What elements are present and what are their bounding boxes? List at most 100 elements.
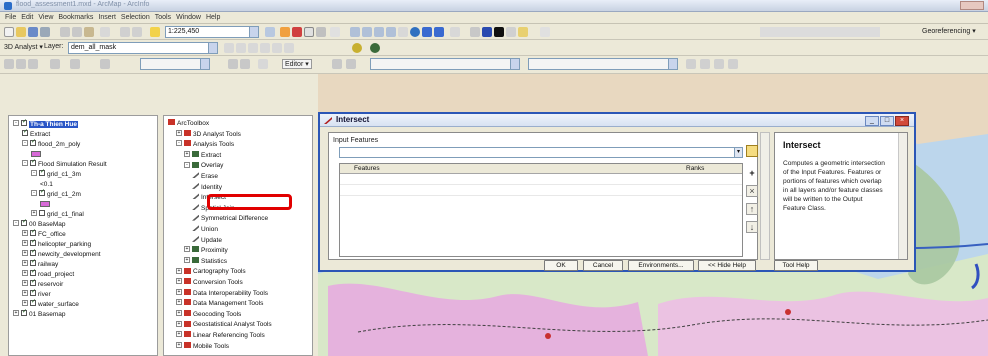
collapse-icon[interactable]: - [31,170,37,177]
toc-layer-item[interactable]: - flood_2m_poly [22,138,80,149]
move-up-icon[interactable]: ↑ [746,203,758,215]
toc-layer-item[interactable]: Extract [22,128,50,139]
time-slider-icon[interactable] [540,27,550,37]
expand-icon[interactable]: + [22,270,28,277]
toc-layer-item[interactable]: + FC_office [22,228,66,239]
tool-help-button[interactable]: Tool Help [774,260,818,271]
expand-icon[interactable]: + [22,280,28,287]
toolbox-tree-item[interactable]: + Data Interoperability Tools [176,288,268,298]
layer-visibility-checkbox[interactable] [30,248,36,257]
toc-layer-item[interactable]: + road_project [22,268,74,279]
whats-this-icon[interactable] [330,27,340,37]
bold-icon[interactable] [228,59,238,69]
delete-icon[interactable] [100,27,110,37]
toolbox-tree-item[interactable]: + Conversion Tools [176,278,243,287]
sketch-properties-icon[interactable] [728,59,738,69]
environments-button[interactable]: Environments... [628,260,694,271]
browse-folder-icon[interactable] [746,145,758,157]
toolbox-tree-item[interactable]: Erase [192,172,218,181]
collapse-icon[interactable]: - [13,220,19,227]
font-size-combo[interactable] [140,58,210,70]
expand-icon[interactable]: + [184,246,190,253]
menu-item-window[interactable]: Window [176,14,201,21]
fill-color-icon[interactable] [258,59,268,69]
layer-visibility-checkbox[interactable] [30,158,36,167]
edit-target-combo[interactable] [528,58,678,70]
toolbox-tree-item[interactable]: + Geocoding Tools [176,310,241,319]
draw-tool-icon[interactable] [4,59,14,69]
minimize-icon[interactable]: _ [865,116,879,126]
toolbox-tree-item[interactable]: + Mobile Tools [176,341,229,351]
command-line-icon[interactable] [304,27,314,37]
menu-item-selection[interactable]: Selection [121,14,150,21]
add-data-icon[interactable] [150,27,160,37]
italic-icon[interactable] [240,59,250,69]
identify-icon[interactable] [482,27,492,37]
expand-icon[interactable]: + [176,299,182,306]
layer-visibility-checkbox[interactable] [30,238,36,247]
layer-visibility-checkbox[interactable] [30,278,36,287]
arcglobe-icon[interactable] [370,43,380,53]
layer-visibility-checkbox[interactable] [39,168,45,177]
expand-icon[interactable]: + [22,250,28,257]
expand-icon[interactable]: + [22,260,28,267]
line-of-sight-icon[interactable] [248,43,258,53]
toc-layer-item[interactable]: - 00 BaseMap [13,218,66,229]
select-features-icon[interactable] [450,27,460,37]
layer-visibility-checkbox[interactable] [30,258,36,267]
3d-analyst-menu[interactable]: 3D Analyst ▾ [4,43,43,51]
expand-icon[interactable]: + [22,290,28,297]
font-tool-icon[interactable] [100,59,110,69]
text-tool-icon[interactable] [28,59,38,69]
toolbox-tree-item[interactable]: - Analysis Tools [176,140,234,149]
redo-icon[interactable] [132,27,142,37]
layer-visibility-checkbox[interactable] [21,308,27,317]
open-folder-icon[interactable] [16,27,26,37]
collapse-icon[interactable]: - [184,161,190,168]
expand-icon[interactable]: + [22,240,28,247]
measure-icon[interactable] [506,27,516,37]
toolbox-tree-item[interactable]: + Statistics [184,257,227,266]
toc-layer-item[interactable]: + grid_c1_final [31,210,84,219]
copy-icon[interactable] [72,27,82,37]
toolbox-tree-item[interactable]: + Proximity [184,246,228,255]
toc-layer-item[interactable]: - Flood Simulation Result [22,158,107,169]
rotate-tool-icon[interactable] [16,59,26,69]
georeferencing-menu[interactable]: Georeferencing ▾ [922,27,976,35]
expand-icon[interactable]: + [176,331,182,338]
expand-icon[interactable]: + [176,267,182,274]
layer-visibility-checkbox[interactable] [30,288,36,297]
add-row-icon[interactable]: + [746,167,758,179]
layer-visibility-checkbox[interactable] [39,188,45,197]
line-tool-icon[interactable] [70,59,80,69]
toolbox-tree-item[interactable]: Symmetrical Difference [192,214,268,223]
dialog-title-bar[interactable]: Intersect _ □ × [320,114,914,127]
toolbox-tree-item[interactable]: Update [192,235,222,245]
forward-extent-icon[interactable] [434,27,444,37]
expand-icon[interactable]: + [176,129,182,136]
toolbox-tree-item[interactable]: + Data Management Tools [176,299,263,308]
table-row[interactable] [340,175,742,185]
edit-tool-icon[interactable] [332,59,342,69]
arcscene-icon[interactable] [352,43,362,53]
layer-visibility-checkbox[interactable] [30,268,36,277]
remove-row-icon[interactable]: × [746,185,758,197]
expand-icon[interactable]: + [22,230,28,237]
arctoolbox-icon[interactable] [292,27,302,37]
interpolate-point-icon[interactable] [260,43,270,53]
collapse-icon[interactable]: - [31,190,37,197]
save-icon[interactable] [28,27,38,37]
attributes-icon[interactable] [714,59,724,69]
menu-item-view[interactable]: View [38,14,53,21]
rotate-edit-icon[interactable] [700,59,710,69]
split-tool-icon[interactable] [686,59,696,69]
zoom-out-icon[interactable] [362,27,372,37]
hide-help-button[interactable]: << Hide Help [698,260,756,271]
select-elements-icon[interactable] [470,27,480,37]
layer-visibility-checkbox[interactable] [39,210,45,217]
toolbox-tree-item[interactable]: + Geostatistical Analyst Tools [176,320,272,329]
toc-layer-item[interactable]: + reservoir [22,278,63,289]
editor-toolbar-icon[interactable] [265,27,275,37]
toolbox-tree-item[interactable]: + Extract [184,151,221,160]
cancel-button[interactable]: Cancel [583,260,623,271]
